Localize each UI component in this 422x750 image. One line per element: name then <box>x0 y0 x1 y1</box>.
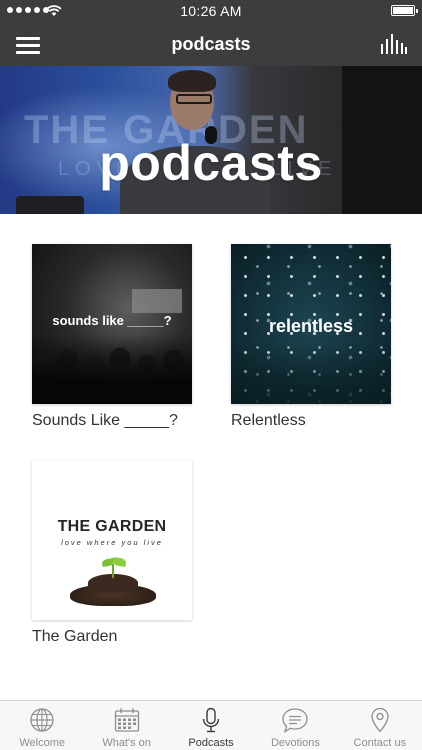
podcast-item-sounds-like[interactable]: sounds like _____? Sounds Like _____? <box>32 244 192 430</box>
podcast-item-relentless[interactable]: relentless Relentless <box>231 244 391 430</box>
audio-levels-icon[interactable] <box>381 34 407 54</box>
artwork-shadow <box>32 334 192 404</box>
podcast-title[interactable]: Relentless <box>231 412 391 430</box>
hero-banner: THE GARDEN LOVE W LIVE podcasts <box>0 66 422 214</box>
tab-bar: Welcome What's on Podcasts Devotions Con… <box>0 700 422 750</box>
tab-label: Podcasts <box>188 737 234 749</box>
hero-title: podcasts <box>99 135 323 191</box>
tab-podcasts[interactable]: Podcasts <box>169 701 253 750</box>
speaker-hair <box>168 70 216 92</box>
podcast-artwork[interactable]: sounds like _____? <box>32 244 192 404</box>
tab-label: Devotions <box>270 737 320 749</box>
tab-welcome[interactable]: Welcome <box>0 701 84 750</box>
status-bar: 10:26 AM <box>0 0 422 22</box>
podcast-artwork-text: relentless <box>268 316 354 336</box>
hero-laptop <box>16 196 84 214</box>
artwork-stage <box>132 289 182 313</box>
podcast-title[interactable]: Sounds Like _____? <box>32 412 192 430</box>
microphone-icon <box>202 707 220 733</box>
podcast-artwork[interactable]: THE GARDEN love where you live <box>32 460 192 620</box>
tab-devotions[interactable]: Devotions <box>253 701 337 750</box>
seedling-leaf-right <box>112 557 127 567</box>
page-title: podcasts <box>171 34 251 54</box>
tab-label: Contact us <box>353 737 407 749</box>
podcast-artwork-subtext: love where you live <box>61 538 163 547</box>
tab-contact-us[interactable]: Contact us <box>338 701 422 750</box>
seedling-stem <box>112 564 114 578</box>
status-time: 10:26 AM <box>180 3 242 19</box>
tab-whats-on[interactable]: What's on <box>84 701 168 750</box>
globe-icon <box>30 708 54 732</box>
calendar-icon <box>114 708 139 732</box>
podcast-artwork[interactable]: relentless <box>231 244 391 404</box>
podcast-artwork-text: THE GARDEN <box>57 518 167 535</box>
speech-bubble-icon <box>282 708 309 733</box>
battery-icon <box>391 5 418 16</box>
navigation-bar: podcasts <box>0 22 422 66</box>
artwork-fade <box>231 344 391 404</box>
podcast-item-the-garden[interactable]: THE GARDEN love where you live The Garde… <box>32 460 192 646</box>
tab-label: Welcome <box>19 737 66 749</box>
podcast-artwork-text: sounds like _____? <box>52 313 172 328</box>
tab-label: What's on <box>102 737 151 749</box>
podcast-title[interactable]: The Garden <box>32 628 192 646</box>
location-pin-icon <box>371 707 389 733</box>
speaker-glasses <box>176 94 212 104</box>
